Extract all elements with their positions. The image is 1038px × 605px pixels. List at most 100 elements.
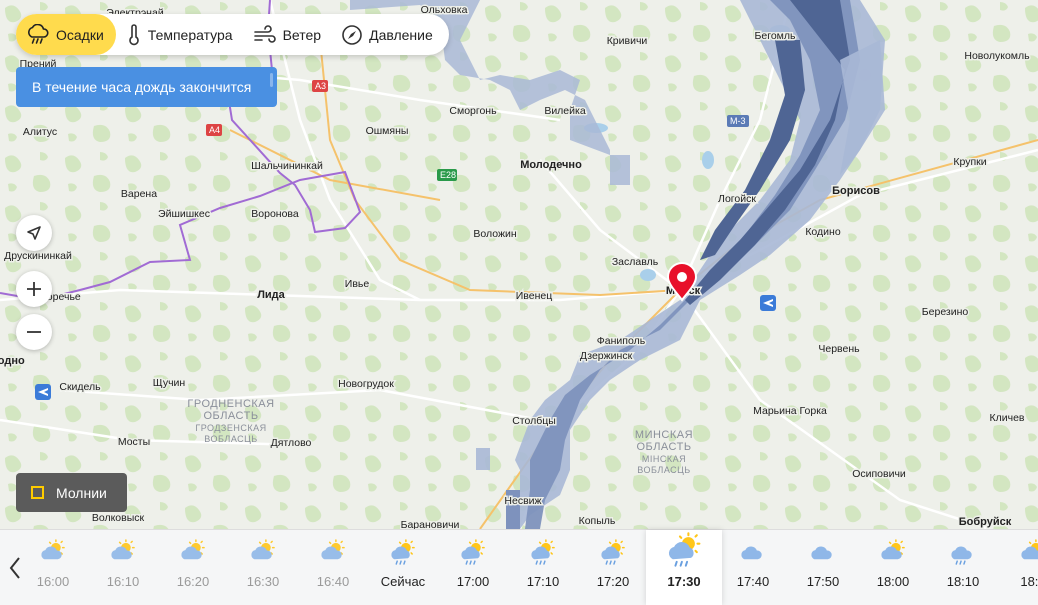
timeline-slot-time: 18:00 bbox=[876, 574, 910, 589]
timeline-slot-time: 16:10 bbox=[106, 574, 140, 589]
place-label: Ивье bbox=[345, 278, 370, 290]
road-label-a4: A4 bbox=[209, 125, 220, 135]
tab-precipitation-label: Осадки bbox=[56, 26, 104, 43]
timeline-slot-time: 17:40 bbox=[736, 574, 770, 589]
location-arrow-icon bbox=[27, 226, 41, 240]
sun-cloud-rain-icon bbox=[387, 539, 419, 565]
map-layer-tabs: Осадки Температура Ветер Давление bbox=[16, 14, 449, 55]
place-label: Гродно bbox=[0, 355, 25, 367]
timeline-slot-time: 17:50 bbox=[806, 574, 840, 589]
lightning-checkbox[interactable] bbox=[31, 486, 44, 499]
place-label: Борисов bbox=[832, 185, 880, 197]
compass-icon bbox=[342, 24, 362, 45]
tab-wind[interactable]: Ветер bbox=[243, 14, 332, 55]
place-label: Бобруйск bbox=[959, 516, 1012, 528]
tab-temperature-label: Температура bbox=[147, 26, 233, 43]
place-label: Фаниполь bbox=[597, 335, 646, 347]
place-label: Червень bbox=[818, 343, 860, 355]
tab-precipitation[interactable]: Осадки bbox=[16, 14, 116, 55]
sun-cloud-icon bbox=[107, 539, 139, 565]
sun-cloud-icon bbox=[247, 539, 279, 565]
airport-icon bbox=[760, 295, 776, 311]
cloud-rain-icon bbox=[28, 23, 49, 44]
sun-cloud-icon bbox=[177, 539, 209, 565]
place-label: Кодино bbox=[805, 226, 841, 238]
place-label: Осиповичи bbox=[852, 468, 906, 480]
place-label: Копыль bbox=[579, 515, 616, 527]
place-label: Вилейка bbox=[544, 105, 586, 117]
place-label: Несвиж bbox=[504, 495, 541, 507]
tab-temperature[interactable]: Температура bbox=[116, 14, 243, 55]
timeline-slot[interactable]: 17:40 bbox=[718, 530, 788, 605]
place-label: Шальчининкай bbox=[251, 160, 323, 172]
timeline-slot-time: 18:2 bbox=[1020, 574, 1038, 589]
place-label: Ошмяны bbox=[366, 125, 409, 137]
timeline-slot-time: 16:40 bbox=[316, 574, 350, 589]
region-label: ГРОДНЕНСКАЯ bbox=[187, 398, 274, 410]
timeline-slot-time: 18:10 bbox=[946, 574, 980, 589]
place-label: Друскининкай bbox=[4, 250, 72, 262]
place-label: Скидель bbox=[59, 381, 101, 393]
timeline-slot[interactable]: 17:00 bbox=[438, 530, 508, 605]
region-label: ГРОДЗЕНСКАЯ bbox=[195, 423, 266, 433]
timeline-slot-time: 17:00 bbox=[456, 574, 490, 589]
nowcast-banner[interactable]: В течение часа дождь закончится bbox=[16, 67, 277, 107]
timeline-slot[interactable]: 18:10 bbox=[928, 530, 998, 605]
place-label: Алитус bbox=[23, 126, 57, 138]
sun-cloud-rain-icon bbox=[597, 539, 629, 565]
road-label-a3: A3 bbox=[315, 81, 326, 91]
cloud-icon bbox=[737, 539, 769, 565]
place-label: Ивенец bbox=[516, 290, 553, 302]
place-label: Лида bbox=[257, 289, 285, 301]
timeline-slot[interactable]: Сейчас bbox=[368, 530, 438, 605]
place-label: Дзержинск bbox=[580, 350, 633, 362]
place-label: Волковыск bbox=[92, 512, 145, 524]
timeline-slot[interactable]: 16:20 bbox=[158, 530, 228, 605]
place-label: Мосты bbox=[118, 436, 150, 448]
region-label: ОБЛАСТЬ bbox=[203, 410, 258, 422]
place-label: Кличев bbox=[990, 412, 1025, 424]
region-label: МИНСКАЯ bbox=[635, 429, 693, 441]
place-label: Эйшишкес bbox=[158, 208, 210, 220]
place-label: Молодечно bbox=[520, 159, 582, 171]
region-label: ВОБЛАСЦЬ bbox=[637, 465, 690, 475]
place-label: Кривичи bbox=[607, 35, 648, 47]
lightning-toggle[interactable]: Молнии bbox=[16, 473, 127, 512]
timeline-slot[interactable]: 16:30 bbox=[228, 530, 298, 605]
tab-pressure[interactable]: Давление bbox=[331, 14, 443, 55]
sun-cloud-rain-icon bbox=[457, 539, 489, 565]
timeline-slot[interactable]: 18:00 bbox=[858, 530, 928, 605]
tab-pressure-label: Давление bbox=[369, 26, 433, 43]
sun-cloud-rain-icon bbox=[663, 532, 706, 567]
cloud-icon bbox=[807, 539, 839, 565]
place-label: Новолукомль bbox=[964, 50, 1030, 62]
nowcast-banner-text: В течение часа дождь закончится bbox=[32, 79, 252, 95]
timeline-slot[interactable]: 17:20 bbox=[578, 530, 648, 605]
timeline-slot[interactable]: 16:00 bbox=[18, 530, 88, 605]
timeline-slot[interactable]: 17:10 bbox=[508, 530, 578, 605]
place-label: Воронова bbox=[251, 208, 299, 220]
region-label: ВОБЛАСЦЬ bbox=[204, 434, 257, 444]
place-label: Воложин bbox=[473, 228, 516, 240]
place-label: Щучин bbox=[153, 377, 186, 389]
timeline-slot[interactable]: 16:40 bbox=[298, 530, 368, 605]
airport-icon bbox=[35, 384, 51, 400]
timeline-slot[interactable]: 17:50 bbox=[788, 530, 858, 605]
zoom-out-button[interactable] bbox=[16, 314, 52, 350]
timeline-slot-time: 17:10 bbox=[526, 574, 560, 589]
region-label: ОБЛАСТЬ bbox=[636, 441, 691, 453]
timeline-slot-time: Сейчас bbox=[380, 574, 426, 589]
timeline-slot[interactable]: 18:2 bbox=[998, 530, 1038, 605]
cloud-rain-icon bbox=[947, 539, 979, 565]
locate-button[interactable] bbox=[16, 215, 52, 251]
place-label: Сморгонь bbox=[449, 105, 497, 117]
sun-cloud-rain-icon bbox=[527, 539, 559, 565]
minus-icon bbox=[27, 331, 41, 333]
place-label: Столбцы bbox=[512, 415, 556, 427]
tab-wind-label: Ветер bbox=[282, 26, 322, 43]
timeline-slot[interactable]: 16:10 bbox=[88, 530, 158, 605]
place-label: Варена bbox=[121, 188, 157, 200]
timeline-slot[interactable]: 17:30 bbox=[646, 530, 722, 605]
sun-cloud-icon bbox=[1017, 539, 1038, 565]
zoom-in-button[interactable] bbox=[16, 271, 52, 307]
